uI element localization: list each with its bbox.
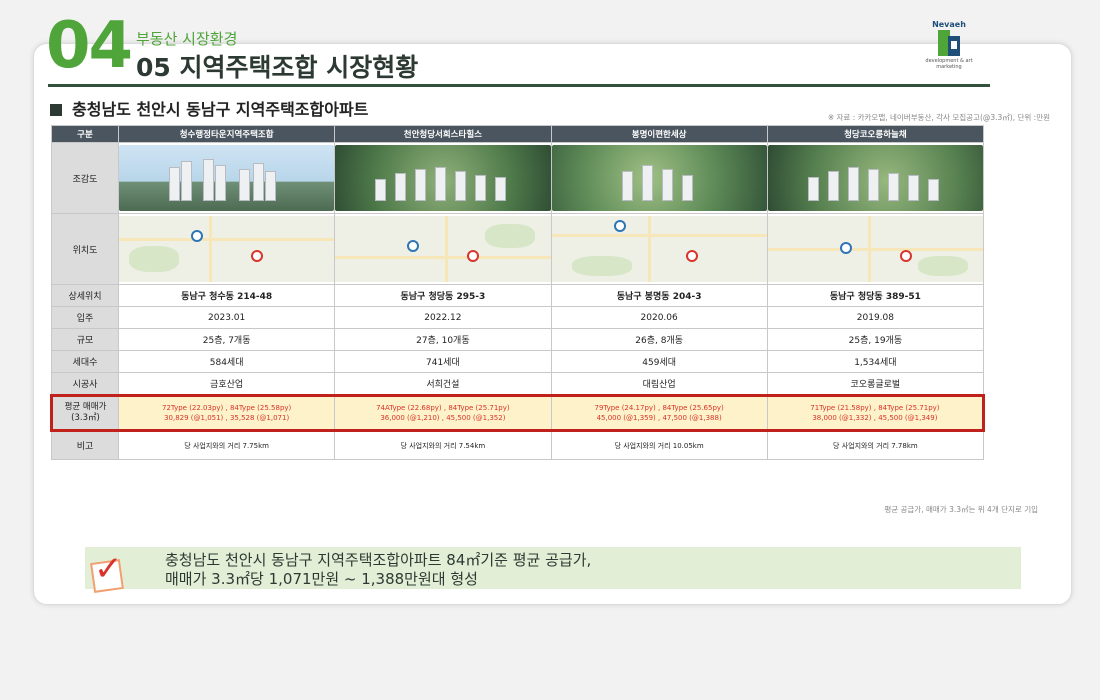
households-cell-4: 1,534세대 [766, 350, 985, 373]
logo-tagline: development & art marketing [925, 58, 973, 70]
rendering-cell-2 [334, 142, 552, 214]
table-row-location-map: 위치도 [51, 213, 985, 285]
building-rendering-image [551, 145, 767, 211]
remarks-cell-3: 당 사업지와의 거리 10.05km [550, 430, 768, 460]
table-row-households: 세대수 584세대 741세대 459세대 1,534세대 [51, 350, 985, 373]
price-cell-2: 74AType (22.68py) , 84Type (25.71py) 36,0… [334, 394, 552, 432]
households-cell-1: 584세대 [117, 350, 336, 373]
move-in-cell-1: 2023.01 [117, 306, 336, 329]
map-cell-2 [334, 213, 552, 285]
subject-site-pin-icon [191, 230, 203, 242]
table-row-rendering: 조감도 [51, 142, 985, 214]
market-comparison-table: 구분 청수행정타운지역주택조합 천안청당서희스타힐스 봉명이편한세상 청당코오롱… [50, 125, 986, 460]
row-label-households: 세대수 [51, 350, 119, 373]
price-cell-4: 71Type (21.58py) , 84Type (25.71py) 38,00… [766, 394, 986, 432]
company-logo: Nevaeh development & art marketing [920, 20, 978, 86]
table-footnote: 평균 공급가, 매매가 3.3㎡는 위 4개 단지로 기입 [884, 505, 1038, 514]
map-cell-3 [550, 213, 768, 285]
source-note: ※ 자료 : 카카오맵, 네이버부동산, 각사 모집공고(@3.3㎡), 단위 … [827, 113, 1050, 122]
row-label-builder: 시공사 [51, 372, 119, 396]
table-heading-text: 충청남도 천안시 동남구 지역주택조합아파트 [72, 100, 369, 119]
builder-cell-4: 코오롱글로벌 [766, 372, 985, 396]
header-project-2: 천안청당서희스타힐스 [334, 125, 552, 143]
scale-cell-2: 27층, 10개동 [334, 328, 552, 351]
row-label-location-map: 위치도 [51, 213, 119, 285]
header-project-1: 청수행정타운지역주택조합 [117, 125, 336, 143]
summary-line-1: 충청남도 천안시 동남구 지역주택조합아파트 84㎡기준 평균 공급가, [165, 551, 592, 569]
rendering-cell-1 [117, 142, 336, 214]
location-map-image [551, 216, 767, 282]
move-in-cell-2: 2022.12 [334, 306, 552, 329]
checkmark-icon: ✓ [82, 549, 130, 593]
subject-site-pin-icon [613, 220, 626, 232]
section-subtitle: 부동산 시장환경 [136, 30, 238, 48]
scale-cell-3: 26층, 8개동 [550, 328, 768, 351]
logo-name: Nevaeh [932, 20, 966, 29]
builder-cell-2: 서희건설 [334, 372, 552, 396]
header-project-3: 봉명이편한세상 [550, 125, 768, 143]
row-label-address: 상세위치 [51, 284, 119, 307]
table-row-scale: 규모 25층, 7개동 27층, 10개동 26층, 8개동 25층, 19개동 [51, 328, 985, 351]
price-cell-1: 72Type (22.03py) , 84Type (25.58py) 30,82… [117, 394, 336, 432]
project-pin-icon [899, 250, 912, 262]
row-label-scale: 규모 [51, 328, 119, 351]
rendering-cell-4 [766, 142, 985, 214]
table-row-builder: 시공사 금호산업 서희건설 대림산업 코오롱글로벌 [51, 372, 985, 396]
address-cell-4: 동남구 청당동 389-51 [766, 284, 985, 307]
price-cell-3: 79Type (24.17py) , 84Type (25.65py) 45,00… [550, 394, 768, 432]
map-cell-4 [766, 213, 985, 285]
row-label-rendering: 조감도 [51, 142, 119, 214]
location-map-image [335, 216, 551, 282]
move-in-cell-4: 2019.08 [766, 306, 985, 329]
remarks-cell-4: 당 사업지와의 거리 7.78km [766, 430, 985, 460]
table-heading: 충청남도 천안시 동남구 지역주택조합아파트 [50, 96, 368, 120]
title-divider [48, 84, 990, 87]
rendering-cell-3 [550, 142, 768, 214]
households-cell-2: 741세대 [334, 350, 552, 373]
address-cell-2: 동남구 청당동 295-3 [334, 284, 552, 307]
section-title: 05 지역주택조합 시장현황 [136, 53, 419, 82]
section-number: 04 [46, 9, 133, 83]
project-pin-icon [251, 250, 263, 262]
subject-site-pin-icon [407, 240, 420, 252]
project-pin-icon [685, 250, 698, 262]
builder-cell-1: 금호산업 [117, 372, 336, 396]
summary-text: 충청남도 천안시 동남구 지역주택조합아파트 84㎡기준 평균 공급가, 매매가… [165, 551, 591, 589]
subject-site-pin-icon [839, 242, 852, 254]
remarks-cell-2: 당 사업지와의 거리 7.54km [334, 430, 552, 460]
table-row-address: 상세위치 동남구 청수동 214-48 동남구 청당동 295-3 동남구 봉명… [51, 284, 985, 307]
address-cell-1: 동남구 청수동 214-48 [117, 284, 336, 307]
location-map-image [767, 216, 983, 282]
row-label-avg-price: 평균 매매가 (3.3㎡) [50, 394, 119, 432]
remarks-cell-1: 당 사업지와의 거리 7.75km [117, 430, 336, 460]
address-cell-3: 동남구 봉명동 204-3 [550, 284, 768, 307]
logo-mark-icon [938, 30, 960, 56]
map-cell-1 [117, 213, 336, 285]
row-label-remarks: 비고 [51, 430, 119, 460]
location-map-image [119, 216, 335, 282]
project-pin-icon [467, 250, 480, 262]
building-rendering-image [335, 145, 551, 211]
table-header-row: 구분 청수행정타운지역주택조합 천안청당서희스타힐스 봉명이편한세상 청당코오롱… [51, 125, 985, 143]
header-project-4: 청당코오롱하늘채 [766, 125, 985, 143]
building-rendering-image [119, 145, 335, 211]
row-label-move-in: 입주 [51, 306, 119, 329]
header-corner: 구분 [51, 125, 119, 143]
building-rendering-image [767, 145, 983, 211]
table-row-avg-price: 평균 매매가 (3.3㎡) 72Type (22.03py) , 84Type (… [50, 394, 986, 432]
bullet-square-icon [50, 104, 62, 116]
builder-cell-3: 대림산업 [550, 372, 768, 396]
scale-cell-1: 25층, 7개동 [117, 328, 336, 351]
summary-line-2: 매매가 3.3㎡당 1,071만원 ~ 1,388만원대 형성 [165, 570, 478, 588]
table-row-remarks: 비고 당 사업지와의 거리 7.75km 당 사업지와의 거리 7.54km 당… [51, 430, 985, 460]
households-cell-3: 459세대 [550, 350, 768, 373]
table-row-move-in: 입주 2023.01 2022.12 2020.06 2019.08 [51, 306, 985, 329]
move-in-cell-3: 2020.06 [550, 306, 768, 329]
scale-cell-4: 25층, 19개동 [766, 328, 985, 351]
